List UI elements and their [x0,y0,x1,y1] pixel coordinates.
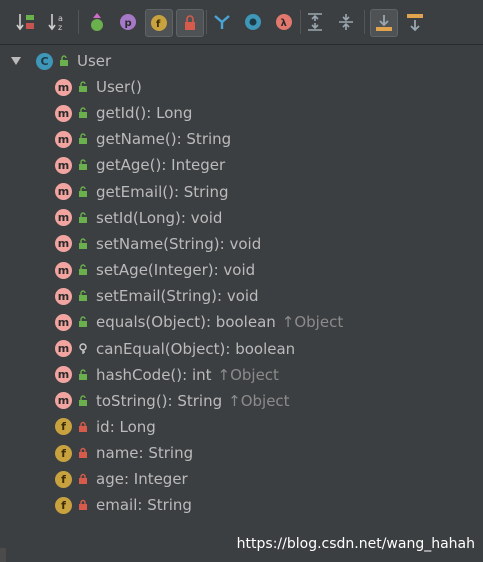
member-signature: setName(String): void [96,234,262,253]
member-signature: getEmail(): String [96,182,229,201]
field-icon: f [55,418,72,436]
method-icon: m [55,130,72,148]
tree-node-member[interactable]: m setId(Long): void [55,205,222,231]
tree-node-member[interactable]: f name: String [55,440,193,466]
svg-text:p: p [125,18,132,29]
member-signature: email: String [96,496,192,515]
scrollbar-fragment[interactable] [0,548,6,562]
private-visibility-icon [77,420,89,434]
autoscroll-to-source-icon[interactable] [370,9,398,37]
public-visibility-icon [58,54,70,68]
public-visibility-icon [77,315,89,329]
member-signature: canEqual(Object): boolean [96,339,296,358]
method-icon: m [55,156,72,174]
inherited-from-label: ↑Object [228,391,290,410]
member-signature: age: Integer [96,470,188,489]
svg-text:f: f [156,19,161,30]
member-signature: getName(): String [96,130,232,149]
tree-node-member[interactable]: m canEqual(Object): boolean [55,336,295,362]
member-signature: setAge(Integer): void [96,261,256,280]
public-visibility-icon [77,158,89,172]
tree-node-member[interactable]: m setAge(Integer): void [55,257,255,283]
protected-visibility-icon [77,342,89,356]
tree-node-member[interactable]: m getName(): String [55,126,231,152]
collapse-all-icon[interactable] [334,10,358,34]
member-signature: name: String [96,444,194,463]
method-icon: m [55,261,72,279]
tree-node-member[interactable]: m getId(): Long [55,100,192,126]
structure-toolbar: a z p f λ [0,0,483,45]
public-visibility-icon [77,185,89,199]
member-signature: User() [96,78,142,96]
public-visibility-icon [77,394,89,408]
public-visibility-icon [77,211,89,225]
show-lambdas-icon[interactable] [241,10,265,34]
member-signature: setId(Long): void [96,208,223,227]
public-visibility-icon [77,289,89,303]
method-icon: m [55,392,72,410]
show-inherited-icon[interactable] [85,10,109,34]
member-signature: hashCode(): int [96,365,212,384]
autoscroll-from-source-icon[interactable] [403,10,427,34]
method-icon: m [55,78,72,96]
member-signature: getAge(): Integer [96,156,226,175]
private-visibility-icon [77,446,89,460]
public-visibility-icon [77,263,89,277]
public-visibility-icon [77,368,89,382]
tree-node-member[interactable]: m getAge(): Integer [55,152,225,178]
show-properties-icon[interactable]: p [116,10,140,34]
method-icon: m [55,235,72,253]
svg-text:a: a [58,14,63,23]
tree-node-class-user[interactable]: C User [10,48,111,74]
tree-node-member[interactable]: m equals(Object): boolean ↑Object [55,309,343,335]
public-visibility-icon [77,132,89,146]
sort-alphabetically-icon[interactable]: a z [46,10,70,34]
tree-node-member[interactable]: m toString(): String ↑Object [55,388,290,414]
member-signature: setEmail(String): void [96,287,259,306]
private-visibility-icon [77,498,89,512]
method-icon: m [55,209,72,227]
tree-node-member[interactable]: m setEmail(String): void [55,283,259,309]
watermark-text: https://blog.csdn.net/wang_hahah [236,536,475,552]
show-non-public-icon[interactable] [176,9,204,37]
method-icon: m [55,340,72,357]
sort-by-visibility-icon[interactable] [14,10,38,34]
tree-node-member[interactable]: m hashCode(): int ↑Object [55,362,279,388]
tree-node-member[interactable]: f age: Integer [55,466,188,492]
method-icon: m [55,287,72,305]
member-signature: toString(): String [96,391,223,410]
expand-arrow-icon[interactable] [10,56,24,66]
field-icon: f [55,444,72,462]
field-icon: f [55,496,72,514]
public-visibility-icon [77,237,89,251]
lambda-icon[interactable]: λ [272,10,296,34]
field-icon: f [55,470,72,488]
show-anonymous-icon[interactable] [210,10,234,34]
class-name-label: User [77,52,112,70]
member-signature: id: Long [96,417,156,436]
show-fields-icon[interactable]: f [145,9,173,37]
member-signature: equals(Object): boolean [96,313,276,332]
inherited-from-label: ↑Object [217,365,279,384]
tree-node-member[interactable]: m User() [55,74,142,100]
svg-text:λ: λ [281,18,288,29]
inherited-from-label: ↑Object [281,313,344,332]
expand-all-icon[interactable] [303,10,327,34]
tree-node-member[interactable]: f id: Long [55,414,156,440]
public-visibility-icon [77,106,89,120]
tree-node-member[interactable]: f email: String [55,492,192,518]
member-signature: getId(): Long [96,104,193,123]
class-icon: C [36,52,53,70]
method-icon: m [55,366,72,384]
svg-text:z: z [58,23,62,32]
method-icon: m [55,313,72,331]
tree-node-member[interactable]: m setName(String): void [55,231,261,257]
public-visibility-icon [77,80,89,94]
private-visibility-icon [77,472,89,486]
tree-node-member[interactable]: m getEmail(): String [55,179,229,205]
method-icon: m [55,183,72,201]
method-icon: m [55,104,72,122]
